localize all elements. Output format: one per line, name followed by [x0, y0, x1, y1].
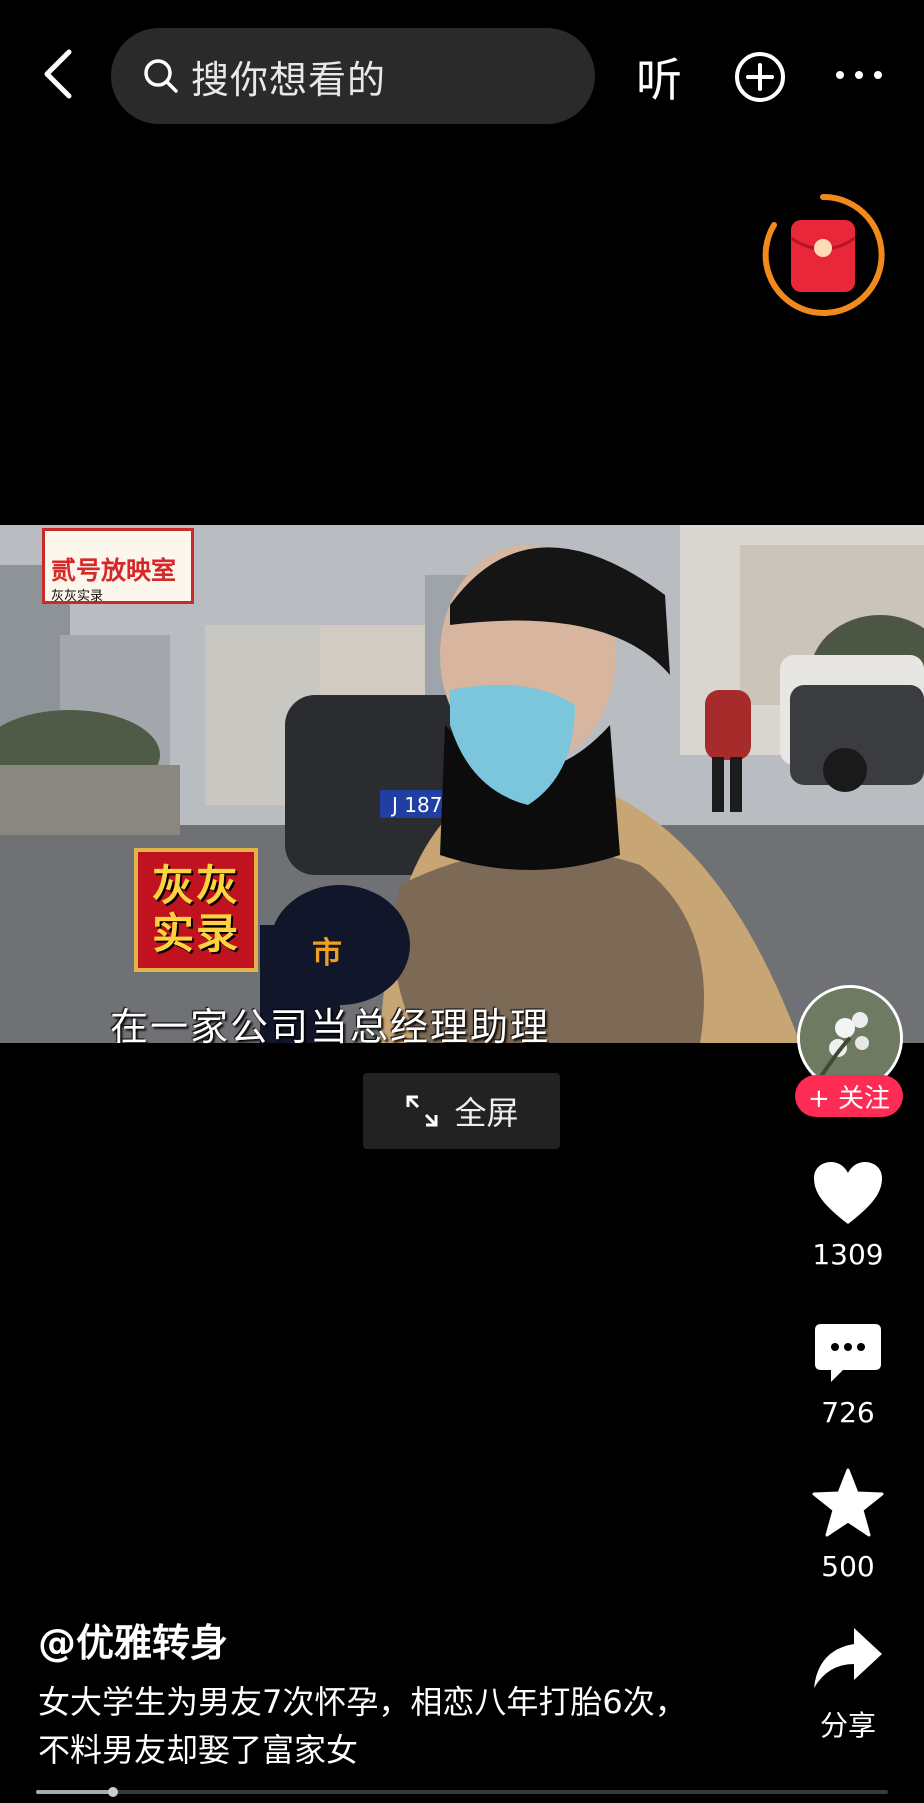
share-label: 分享 — [819, 1709, 876, 1742]
comment-button[interactable]: 726 — [798, 1322, 898, 1429]
search-bar[interactable]: 搜你想看的 — [111, 28, 595, 124]
comment-icon — [815, 1324, 881, 1382]
stamp-line-1: 灰灰 — [151, 861, 240, 910]
logo-title: 贰号放映室 — [51, 556, 177, 585]
progress-bar[interactable] — [36, 1787, 888, 1797]
plus-circle-icon[interactable] — [733, 50, 787, 104]
avatar-image — [800, 988, 900, 1088]
back-button[interactable] — [36, 44, 80, 104]
video-subtitle: 在一家公司当总经理助理 — [110, 1005, 551, 1049]
post-caption: 女大学生为男友7次怀孕，相恋八年打胎6次，不料男友却娶了富家女 — [38, 1683, 687, 1769]
logo-subtitle: 灰灰实录 — [51, 589, 104, 604]
progress-thumb[interactable] — [107, 1787, 118, 1797]
star-icon — [812, 1468, 884, 1537]
comment-count: 726 — [821, 1396, 875, 1429]
follow-button[interactable]: + 关注 — [795, 1075, 903, 1117]
red-packet-icon[interactable] — [758, 190, 888, 320]
heart-icon — [814, 1162, 882, 1224]
share-button[interactable]: 分享 — [798, 1626, 898, 1744]
back-icon — [44, 49, 72, 99]
fullscreen-button[interactable]: 全屏 — [363, 1073, 560, 1149]
share-icon — [814, 1628, 882, 1688]
program-stamp: 灰灰 实录 — [134, 848, 258, 972]
progress-fill — [36, 1790, 113, 1794]
fullscreen-label: 全屏 — [454, 1094, 519, 1132]
mic-flag-text: 市 — [312, 936, 342, 971]
like-button[interactable]: 1309 — [798, 1160, 898, 1271]
search-icon — [144, 59, 178, 93]
favorite-count: 500 — [821, 1550, 875, 1583]
search-placeholder: 搜你想看的 — [191, 57, 387, 102]
listen-button[interactable]: 听 — [636, 44, 682, 110]
stamp-line-2: 实录 — [151, 909, 240, 958]
channel-logo: 贰号放映室 灰灰实录 — [42, 528, 194, 604]
fullscreen-icon — [406, 1095, 438, 1127]
favorite-button[interactable]: 500 — [798, 1468, 898, 1583]
author-name[interactable]: @优雅转身 — [38, 1612, 228, 1667]
more-icon[interactable] — [832, 60, 886, 90]
like-count: 1309 — [812, 1238, 884, 1271]
